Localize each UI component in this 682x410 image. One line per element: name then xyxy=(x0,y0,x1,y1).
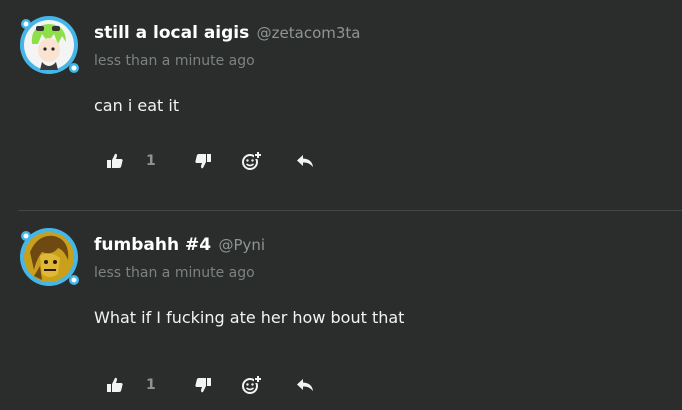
comment-text: What if I fucking ate her how bout that xyxy=(94,308,405,327)
like-button[interactable] xyxy=(106,370,124,400)
thumbs-down-icon xyxy=(194,152,212,170)
comment-actions: 1 xyxy=(0,370,682,400)
dislike-button[interactable] xyxy=(194,370,212,400)
thumbs-up-icon xyxy=(106,152,124,170)
reply-icon xyxy=(295,376,315,394)
comment-feed: still a local aigis @zetacom3ta less tha… xyxy=(0,0,682,410)
add-reaction-button[interactable] xyxy=(241,370,263,400)
reply-button[interactable] xyxy=(295,370,315,400)
author-line: still a local aigis @zetacom3ta xyxy=(94,22,360,44)
timestamp[interactable]: less than a minute ago xyxy=(94,264,255,282)
add-reaction-button[interactable] xyxy=(241,146,263,176)
avatar[interactable] xyxy=(18,14,80,76)
dislike-button[interactable] xyxy=(194,146,212,176)
comment-divider xyxy=(18,210,682,211)
reply-icon xyxy=(295,152,315,170)
like-button[interactable] xyxy=(106,146,124,176)
add-reaction-icon xyxy=(241,150,263,172)
author-handle[interactable]: @zetacom3ta xyxy=(257,24,361,42)
thumbs-down-icon xyxy=(194,376,212,394)
timestamp[interactable]: less than a minute ago xyxy=(94,52,255,70)
thumbs-up-icon xyxy=(106,376,124,394)
reply-button[interactable] xyxy=(295,146,315,176)
add-reaction-icon xyxy=(241,374,263,396)
comment: fumbahh #4 @Pyni less than a minute ago … xyxy=(0,212,682,410)
author-handle[interactable]: @Pyni xyxy=(218,236,265,254)
comment-text: can i eat it xyxy=(94,96,180,115)
author-name[interactable]: fumbahh #4 xyxy=(94,235,211,255)
like-count: 1 xyxy=(146,153,156,169)
author-name[interactable]: still a local aigis xyxy=(94,23,249,43)
avatar[interactable] xyxy=(18,226,80,288)
comment: still a local aigis @zetacom3ta less tha… xyxy=(0,0,682,211)
like-count: 1 xyxy=(146,377,156,393)
comment-actions: 1 xyxy=(0,146,682,176)
author-line: fumbahh #4 @Pyni xyxy=(94,234,265,256)
